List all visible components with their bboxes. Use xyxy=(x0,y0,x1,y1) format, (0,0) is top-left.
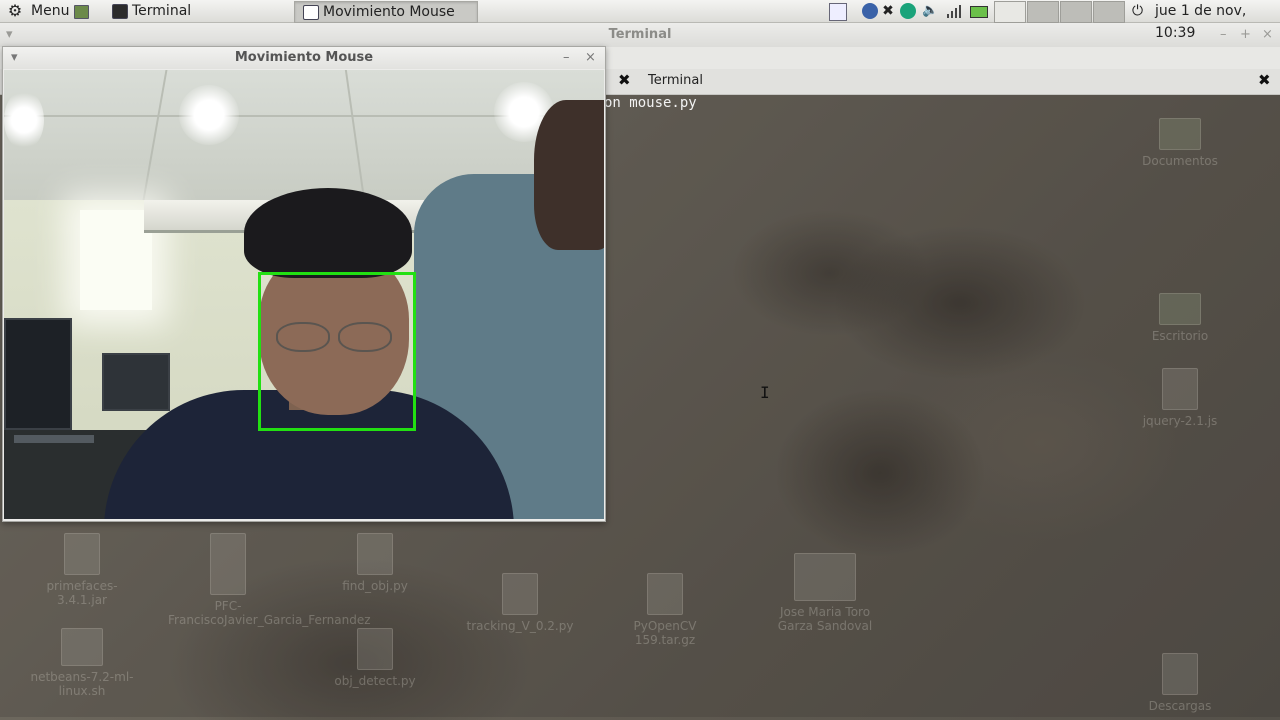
gear-icon[interactable]: ⚙ xyxy=(6,0,24,22)
taskbar-item-label: Terminal xyxy=(132,3,192,19)
shield-icon[interactable] xyxy=(862,3,878,19)
monitor xyxy=(4,318,72,430)
terminal-window-title: Terminal xyxy=(608,27,672,42)
window-menu-icon[interactable]: ▾ xyxy=(6,23,13,47)
tabbar-close-icon[interactable]: ✖ xyxy=(1258,71,1271,89)
signal-icon[interactable] xyxy=(946,3,962,19)
workspace-4[interactable] xyxy=(1093,1,1125,23)
text-cursor-icon: I xyxy=(760,383,770,402)
keyboard xyxy=(14,435,94,443)
taskbar-item-terminal[interactable]: Terminal xyxy=(104,1,312,21)
close-icon[interactable]: × xyxy=(585,47,596,69)
monitor xyxy=(102,353,170,411)
mouse-window-titlebar[interactable]: ▾ Movimiento Mouse – × xyxy=(3,47,605,69)
workspace-2[interactable] xyxy=(1027,1,1059,23)
mouse-window-title: Movimiento Mouse xyxy=(234,50,374,65)
power-icon[interactable]: ⏻ xyxy=(1132,0,1143,22)
battery-icon[interactable] xyxy=(970,6,988,18)
tab-close-icon[interactable]: ✖ xyxy=(618,71,631,89)
workspace-1[interactable] xyxy=(994,1,1026,23)
volume-icon[interactable]: 🔈 xyxy=(922,3,938,19)
terminal-command-line: on mouse.py xyxy=(604,95,697,111)
tab-terminal[interactable]: Terminal xyxy=(648,73,703,88)
ceiling-light xyxy=(179,85,239,145)
taskbar-item-label: Movimiento Mouse xyxy=(323,4,455,20)
screenshot-icon[interactable] xyxy=(829,3,847,21)
ceiling-light xyxy=(4,90,44,150)
window-menu-icon[interactable]: ▾ xyxy=(11,47,18,69)
window-light xyxy=(80,210,152,310)
workspace-3[interactable] xyxy=(1060,1,1092,23)
top-panel: ⚙ Menu Terminal Movimiento Mouse ✖ 🔈 ⏻ j… xyxy=(0,0,1280,41)
terminal-titlebar[interactable]: ▾ Terminal – + × xyxy=(0,23,1280,47)
minimize-icon[interactable]: – xyxy=(563,47,570,69)
person-foreground-hair xyxy=(244,188,412,278)
movimiento-mouse-window: ▾ Movimiento Mouse – × xyxy=(2,46,606,522)
network-icon[interactable]: ✖ xyxy=(880,3,896,19)
taskbar-item-movimiento-mouse[interactable]: Movimiento Mouse xyxy=(294,1,478,23)
show-desktop-icon[interactable] xyxy=(74,5,89,19)
menu-button[interactable]: Menu xyxy=(31,0,69,22)
person-background-head xyxy=(534,100,604,250)
terminal-icon xyxy=(112,4,128,19)
window-icon xyxy=(303,5,319,20)
update-icon[interactable] xyxy=(900,3,916,19)
clock[interactable]: jue 1 de nov, 10:39 xyxy=(1155,0,1280,44)
face-detection-box xyxy=(258,272,416,431)
camera-feed xyxy=(4,70,604,519)
